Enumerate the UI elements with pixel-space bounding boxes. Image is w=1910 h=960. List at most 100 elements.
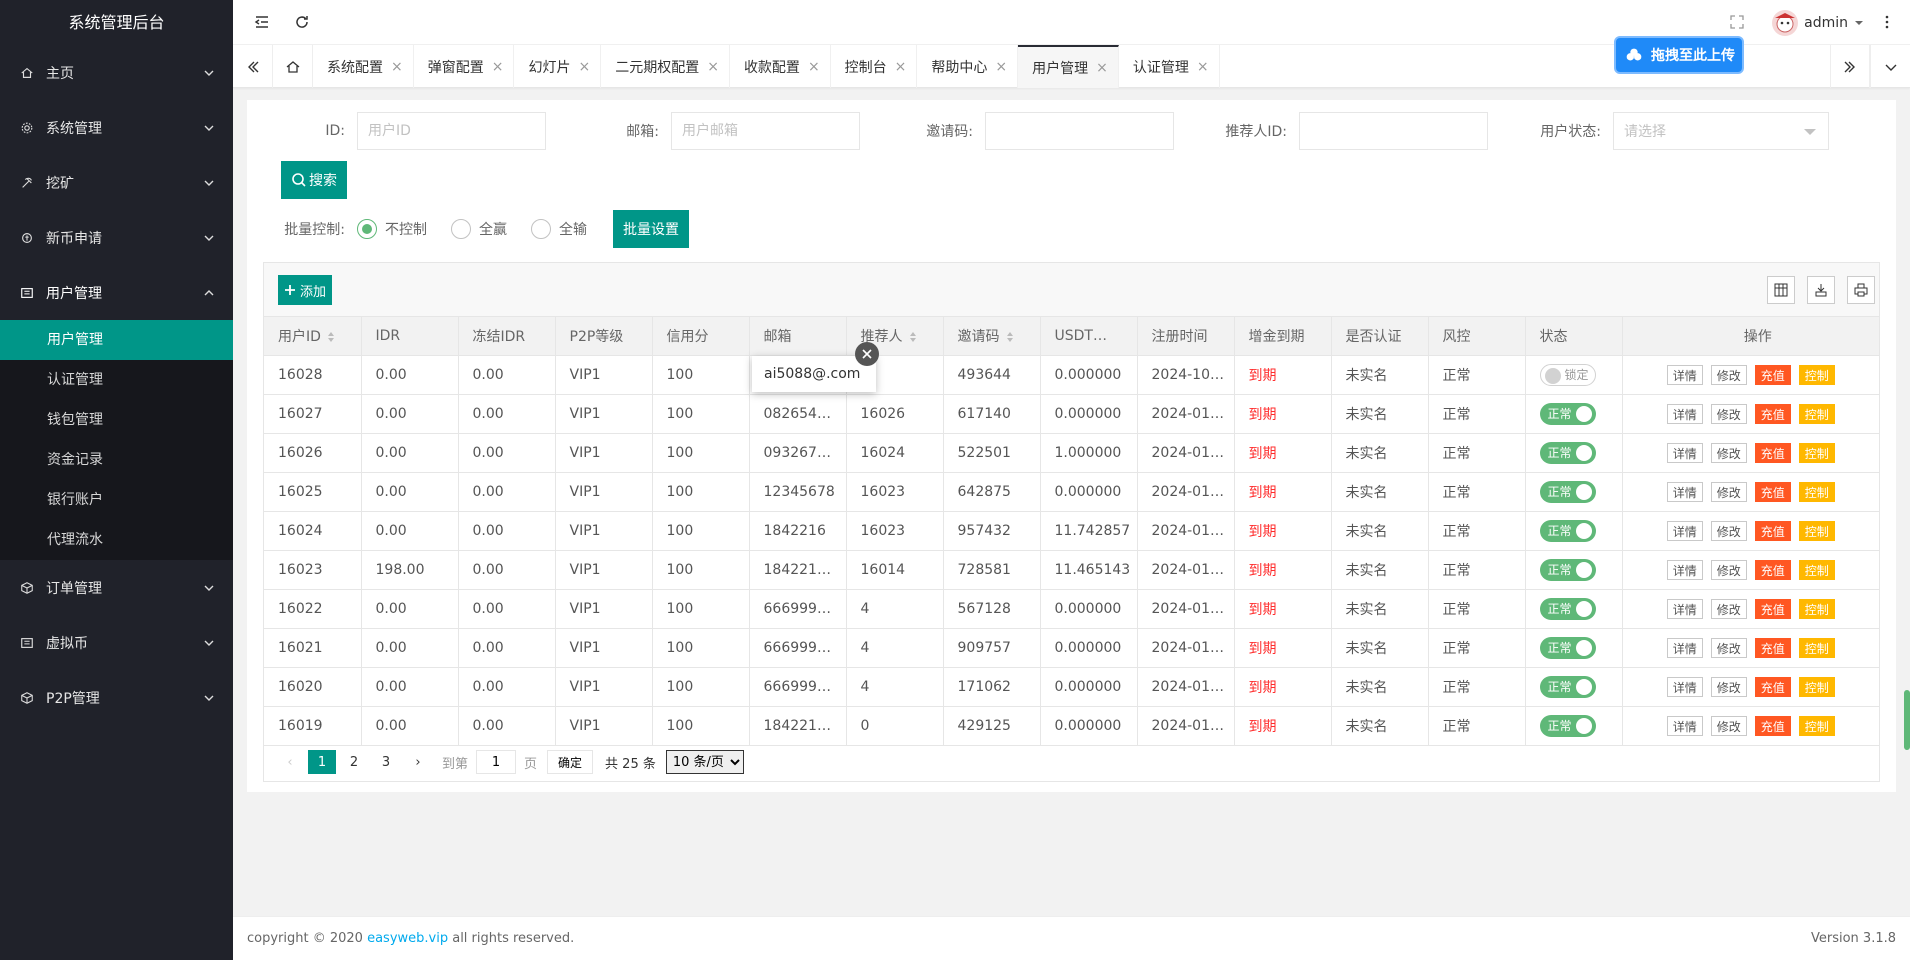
tab-0[interactable]: 系统配置 ×	[313, 45, 414, 88]
fullscreen-icon[interactable]	[1728, 13, 1746, 31]
recharge-button[interactable]: 充值	[1754, 676, 1791, 697]
recharge-button[interactable]: 充值	[1754, 403, 1791, 424]
invite-code-input[interactable]	[985, 112, 1174, 150]
sidebar-item-3[interactable]: 新币申请	[0, 210, 233, 265]
edit-button[interactable]: 修改	[1710, 676, 1747, 697]
tabs-scroll-right-icon[interactable]	[1830, 45, 1870, 88]
detail-button[interactable]: 详情	[1666, 598, 1703, 619]
status-toggle[interactable]: 正常	[1539, 441, 1596, 464]
status-toggle[interactable]: 正常	[1539, 597, 1596, 620]
batch-radio-2[interactable]: 全输	[531, 219, 587, 239]
batch-radio-1[interactable]: 全赢	[451, 219, 507, 239]
close-tab-icon[interactable]: ×	[895, 59, 907, 75]
batch-set-button[interactable]: 批量设置	[613, 210, 689, 248]
detail-button[interactable]: 详情	[1666, 364, 1703, 385]
edit-button[interactable]: 修改	[1710, 442, 1747, 463]
user-id-input[interactable]	[357, 112, 546, 150]
sidebar-item-2[interactable]: 挖矿	[0, 155, 233, 210]
control-button[interactable]: 控制	[1798, 676, 1835, 697]
detail-button[interactable]: 详情	[1666, 715, 1703, 736]
sort-icon[interactable]	[327, 331, 335, 343]
scrollbar-indicator[interactable]	[1904, 690, 1910, 750]
detail-button[interactable]: 详情	[1666, 520, 1703, 541]
close-icon[interactable]	[855, 342, 879, 366]
add-user-button[interactable]: 添加	[278, 275, 333, 305]
tab-7[interactable]: 用户管理 ×	[1018, 45, 1119, 88]
sort-icon[interactable]	[1006, 331, 1014, 343]
easyweb-link[interactable]: easyweb.vip	[367, 931, 448, 946]
edit-button[interactable]: 修改	[1710, 598, 1747, 619]
refresh-icon[interactable]	[293, 13, 311, 31]
edit-button[interactable]: 修改	[1710, 364, 1747, 385]
prev-page-icon[interactable]: ‹	[276, 750, 304, 774]
control-button[interactable]: 控制	[1798, 520, 1835, 541]
detail-button[interactable]: 详情	[1666, 676, 1703, 697]
referrer-id-input[interactable]	[1299, 112, 1488, 150]
email-input[interactable]	[671, 112, 860, 150]
edit-button[interactable]: 修改	[1710, 520, 1747, 541]
user-menu[interactable]: admin	[1772, 10, 1864, 36]
tab-6[interactable]: 帮助中心 ×	[917, 45, 1019, 88]
sidebar-subitem-0[interactable]: 用户管理	[0, 320, 233, 360]
page-size-select[interactable]: 10 条/页	[665, 750, 744, 774]
sidebar-item-7[interactable]: P2P管理	[0, 670, 233, 725]
tab-2[interactable]: 幻灯片 ×	[514, 45, 602, 88]
column-header-7[interactable]: 邀请码	[943, 317, 1041, 356]
more-vertical-icon[interactable]	[1878, 13, 1896, 31]
control-button[interactable]: 控制	[1798, 364, 1835, 385]
control-button[interactable]: 控制	[1798, 637, 1835, 658]
sidebar-subitem-5[interactable]: 代理流水	[0, 520, 233, 560]
close-tab-icon[interactable]: ×	[995, 59, 1007, 75]
control-button[interactable]: 控制	[1798, 442, 1835, 463]
home-tab-icon[interactable]	[273, 45, 313, 88]
control-button[interactable]: 控制	[1798, 481, 1835, 502]
recharge-button[interactable]: 充值	[1754, 364, 1791, 385]
goto-confirm-button[interactable]: 确定	[547, 750, 594, 774]
batch-radio-0[interactable]: 不控制	[357, 219, 427, 239]
status-toggle[interactable]: 正常	[1539, 714, 1596, 737]
columns-filter-icon[interactable]	[1767, 276, 1795, 304]
detail-button[interactable]: 详情	[1666, 637, 1703, 658]
detail-button[interactable]: 详情	[1666, 481, 1703, 502]
tab-8[interactable]: 认证管理 ×	[1119, 45, 1220, 88]
tab-3[interactable]: 二元期权配置 ×	[601, 45, 730, 88]
recharge-button[interactable]: 充值	[1754, 520, 1791, 541]
edit-button[interactable]: 修改	[1710, 715, 1747, 736]
page-1[interactable]: 1	[308, 750, 336, 774]
edit-button[interactable]: 修改	[1710, 637, 1747, 658]
sort-icon[interactable]	[909, 331, 917, 343]
edit-button[interactable]: 修改	[1710, 559, 1747, 580]
status-toggle[interactable]: 正常	[1539, 636, 1596, 659]
user-status-select[interactable]: 请选择	[1613, 112, 1829, 150]
close-tab-icon[interactable]: ×	[578, 59, 590, 75]
control-button[interactable]: 控制	[1798, 559, 1835, 580]
close-tab-icon[interactable]: ×	[1096, 60, 1108, 76]
sidebar-item-6[interactable]: 虚拟币	[0, 615, 233, 670]
edit-button[interactable]: 修改	[1710, 481, 1747, 502]
control-button[interactable]: 控制	[1798, 598, 1835, 619]
close-tab-icon[interactable]: ×	[1197, 59, 1209, 75]
recharge-button[interactable]: 充值	[1754, 481, 1791, 502]
control-button[interactable]: 控制	[1798, 715, 1835, 736]
print-icon[interactable]	[1847, 276, 1875, 304]
recharge-button[interactable]: 充值	[1754, 442, 1791, 463]
status-toggle[interactable]: 正常	[1539, 675, 1596, 698]
close-tab-icon[interactable]: ×	[707, 59, 719, 75]
goto-page-input[interactable]	[476, 750, 517, 774]
tab-4[interactable]: 收款配置 ×	[730, 45, 831, 88]
sidebar-subitem-4[interactable]: 银行账户	[0, 480, 233, 520]
status-toggle[interactable]: 正常	[1539, 558, 1596, 581]
export-icon[interactable]	[1807, 276, 1835, 304]
tab-5[interactable]: 控制台 ×	[831, 45, 918, 88]
collapse-sidebar-icon[interactable]	[253, 13, 271, 31]
close-tab-icon[interactable]: ×	[492, 59, 504, 75]
drag-upload-badge[interactable]: 拖拽至此上传	[1614, 36, 1744, 74]
status-toggle[interactable]: 正常	[1539, 519, 1596, 542]
close-tab-icon[interactable]: ×	[391, 59, 403, 75]
detail-button[interactable]: 详情	[1666, 559, 1703, 580]
search-button[interactable]: 搜索	[281, 161, 347, 199]
sidebar-item-4[interactable]: 用户管理	[0, 265, 233, 320]
tab-1[interactable]: 弹窗配置 ×	[414, 45, 515, 88]
recharge-button[interactable]: 充值	[1754, 559, 1791, 580]
sidebar-subitem-2[interactable]: 钱包管理	[0, 400, 233, 440]
